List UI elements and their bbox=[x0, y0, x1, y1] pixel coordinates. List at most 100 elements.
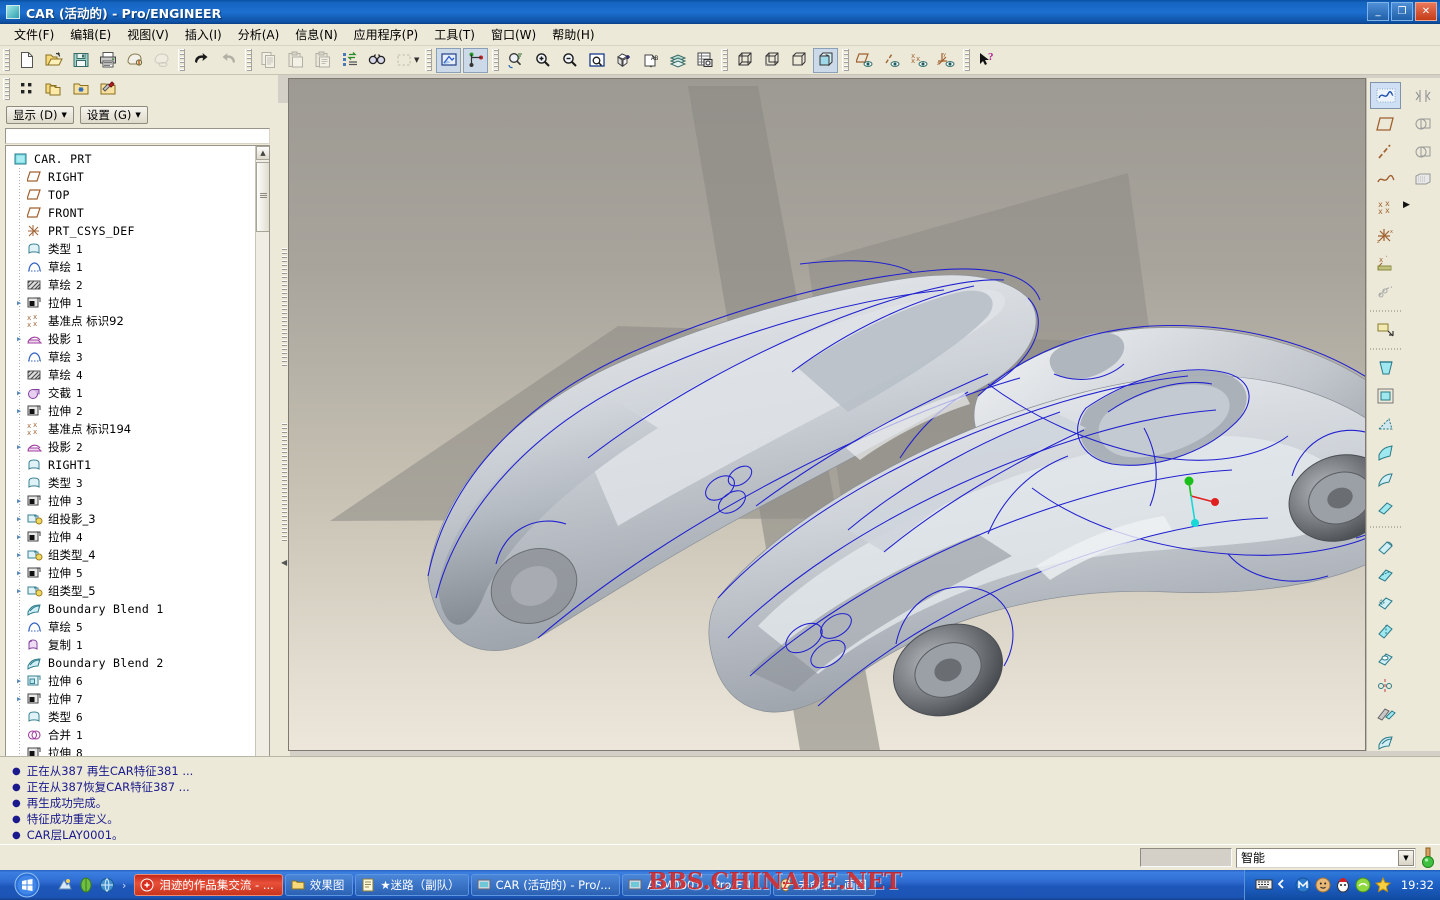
sweep-blend-icon[interactable] bbox=[1370, 410, 1401, 437]
expand-arrow-icon[interactable]: ▶ bbox=[17, 569, 27, 577]
copy-folder-icon[interactable] bbox=[41, 77, 66, 102]
task-button[interactable]: 未命名 - 画图 bbox=[773, 874, 876, 896]
menu-file[interactable]: 文件(F) bbox=[6, 24, 62, 45]
splitter-collapse-icon[interactable]: ◀ bbox=[281, 558, 287, 567]
tree-node[interactable]: 草绘 2 bbox=[6, 276, 256, 294]
merge-icon[interactable] bbox=[1407, 110, 1438, 137]
boundary-blend-icon[interactable] bbox=[1370, 438, 1401, 465]
menu-help[interactable]: 帮助(H) bbox=[544, 24, 602, 45]
datum-axis-icon[interactable] bbox=[1370, 138, 1401, 165]
expand-arrow-icon[interactable]: ▶ bbox=[17, 389, 27, 397]
scroll-thumb[interactable] bbox=[256, 162, 269, 232]
expand-arrow-icon[interactable]: ▶ bbox=[17, 497, 27, 505]
tree-scrollbar[interactable]: ▲ ▼ bbox=[255, 146, 269, 848]
chamfer-icon[interactable] bbox=[1370, 560, 1401, 587]
maxthon-icon[interactable] bbox=[1295, 877, 1311, 893]
zoom-in-icon[interactable] bbox=[530, 48, 555, 73]
pattern-icon[interactable] bbox=[1370, 672, 1401, 699]
expand-arrow-icon[interactable]: ▶ bbox=[17, 515, 27, 523]
datum-tree-icon[interactable] bbox=[463, 47, 489, 73]
menu-edit[interactable]: 编辑(E) bbox=[62, 24, 119, 45]
toolbar-grip-3[interactable] bbox=[245, 49, 252, 71]
layer-display-icon[interactable] bbox=[436, 47, 462, 73]
keyboard-icon[interactable] bbox=[1255, 877, 1273, 893]
toolbar-grip-5[interactable] bbox=[492, 49, 500, 71]
cosmetic-icon[interactable] bbox=[1370, 278, 1401, 305]
variable-section-sweep-icon[interactable] bbox=[1370, 382, 1401, 409]
trim-icon[interactable] bbox=[1407, 138, 1438, 165]
send-link-icon[interactable] bbox=[149, 48, 174, 73]
expand-arrow-icon[interactable]: ▶ bbox=[17, 695, 27, 703]
tree-node[interactable]: 草绘 5 bbox=[6, 618, 256, 636]
hidden-line-icon[interactable] bbox=[759, 48, 784, 73]
tree-node[interactable]: ▶ 拉伸 7 bbox=[6, 690, 256, 708]
zoom-out-icon[interactable] bbox=[557, 48, 582, 73]
task-button[interactable]: 效果图 bbox=[284, 874, 354, 896]
tree-node[interactable]: PRT_CSYS_DEF bbox=[6, 222, 256, 240]
paste-icon[interactable] bbox=[283, 48, 308, 73]
tree-node[interactable]: ▶ 拉伸 1 bbox=[6, 294, 256, 312]
browser-icon[interactable] bbox=[98, 876, 116, 894]
tree-toolbar-grip[interactable] bbox=[3, 78, 10, 100]
tree-node[interactable]: Boundary Blend 2 bbox=[6, 654, 256, 672]
start-button[interactable] bbox=[0, 870, 54, 900]
tray-expand-icon[interactable] bbox=[1275, 877, 1291, 893]
expand-arrow-icon[interactable]: ▶ bbox=[17, 299, 27, 307]
tree-node[interactable]: 草绘 3 bbox=[6, 348, 256, 366]
tree-node[interactable]: RIGHT bbox=[6, 168, 256, 186]
menu-info[interactable]: 信息(N) bbox=[287, 24, 345, 45]
tree-node[interactable]: 复制 1 bbox=[6, 636, 256, 654]
select-dropdown-arrow[interactable]: ▼ bbox=[414, 56, 419, 64]
graphics-viewport[interactable] bbox=[288, 78, 1366, 751]
tree-node[interactable]: CAR. PRT bbox=[6, 150, 256, 168]
annotate-icon[interactable]: AB bbox=[638, 48, 663, 73]
send-mail-icon[interactable] bbox=[122, 48, 147, 73]
menu-tools[interactable]: 工具(T) bbox=[426, 24, 483, 45]
datum-plane-visibility-icon[interactable] bbox=[853, 48, 878, 73]
paste-special-icon[interactable] bbox=[310, 48, 335, 73]
toolbar-grip-4[interactable] bbox=[425, 49, 433, 71]
toolbar-grip-8[interactable] bbox=[963, 49, 971, 71]
model-tree[interactable]: CAR. PRT RIGHT TOP FRONT PRT_CSYS_DEF 类型 1 草绘 1 草… bbox=[5, 145, 270, 849]
scroll-up-icon[interactable]: ▲ bbox=[256, 146, 269, 160]
tree-show-button[interactable]: 显示 (D) ▼ bbox=[6, 106, 74, 124]
tree-node[interactable]: ▶ 组投影_3 bbox=[6, 510, 256, 528]
close-button[interactable]: ✕ bbox=[1415, 2, 1437, 21]
save-icon[interactable] bbox=[68, 48, 93, 73]
show-desktop-icon[interactable] bbox=[56, 876, 74, 894]
tree-node[interactable]: FRONT bbox=[6, 204, 256, 222]
datum-plane-icon[interactable] bbox=[1370, 110, 1401, 137]
user-icon[interactable] bbox=[1315, 877, 1331, 893]
draft-icon[interactable] bbox=[1370, 494, 1401, 521]
no-hidden-icon[interactable] bbox=[786, 48, 811, 73]
datum-csys-visibility-icon[interactable]: zy bbox=[934, 48, 959, 73]
message-log[interactable]: ● 正在从387 再生CAR特征381 ... ● 正在从387恢复CAR特征387… bbox=[0, 756, 1440, 844]
find-icon[interactable] bbox=[364, 48, 389, 73]
analysis-point-icon[interactable]: x ` bbox=[1370, 250, 1401, 277]
style-icon[interactable] bbox=[1370, 466, 1401, 493]
tree-settings-icon[interactable] bbox=[14, 77, 39, 102]
task-button[interactable]: ★迷路（副队） bbox=[355, 874, 469, 896]
menu-analysis[interactable]: 分析(A) bbox=[230, 24, 288, 45]
round-icon[interactable] bbox=[1370, 532, 1401, 559]
datum-point-visibility-icon[interactable]: xxx bbox=[907, 48, 932, 73]
tree-node[interactable]: ▶ 拉伸 5 bbox=[6, 564, 256, 582]
zoom-area-icon[interactable] bbox=[584, 48, 609, 73]
tree-node[interactable]: 合并 1 bbox=[6, 726, 256, 744]
menu-applications[interactable]: 应用程序(P) bbox=[346, 24, 427, 45]
tree-node[interactable]: x x x x 基准点 标识194 bbox=[6, 420, 256, 438]
select-box-icon[interactable] bbox=[391, 48, 416, 73]
selection-filter-combo[interactable]: 智能 ▼ bbox=[1236, 847, 1416, 868]
rib-icon[interactable] bbox=[1370, 616, 1401, 643]
tree-node[interactable]: 草绘 4 bbox=[6, 366, 256, 384]
tree-node[interactable]: ▶ 投影 2 bbox=[6, 438, 256, 456]
tree-node[interactable]: ▶ 投影 1 bbox=[6, 330, 256, 348]
tree-node[interactable]: ▶ 组类型_5 bbox=[6, 582, 256, 600]
mirror-geom-icon[interactable] bbox=[1407, 82, 1438, 109]
expand-arrow-icon[interactable]: ▶ bbox=[17, 551, 27, 559]
expand-arrow-icon[interactable]: ▶ bbox=[17, 587, 27, 595]
reorient-icon[interactable] bbox=[611, 48, 636, 73]
tree-node[interactable]: RIGHT1 bbox=[6, 456, 256, 474]
tree-node[interactable]: 类型 6 bbox=[6, 708, 256, 726]
chevron-down-icon[interactable]: ▼ bbox=[1398, 849, 1414, 866]
